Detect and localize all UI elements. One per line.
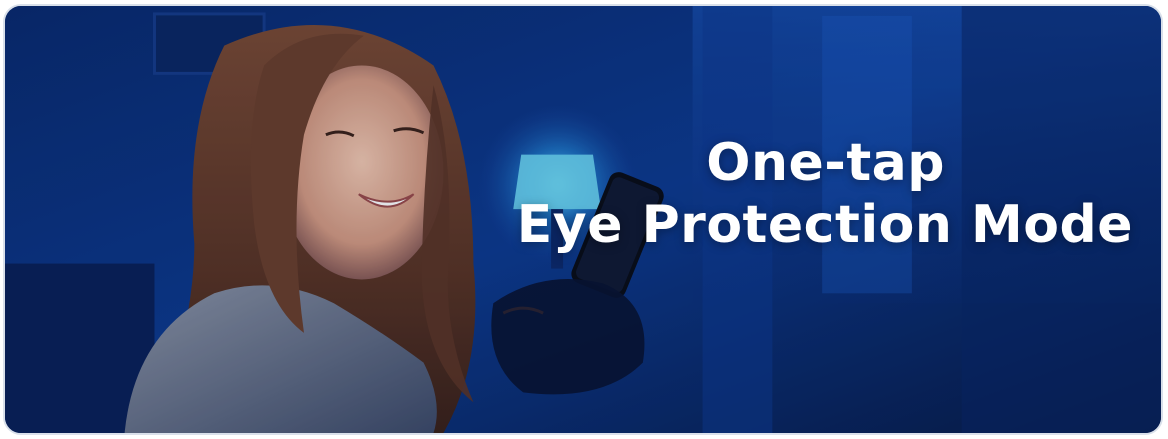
promo-banner: One-tap Eye Protection Mode	[3, 4, 1163, 435]
headline-line-1: One-tap	[706, 133, 945, 193]
banner-headline: One-tap Eye Protection Mode	[493, 133, 1133, 256]
headline-line-2: Eye Protection Mode	[516, 195, 1133, 256]
